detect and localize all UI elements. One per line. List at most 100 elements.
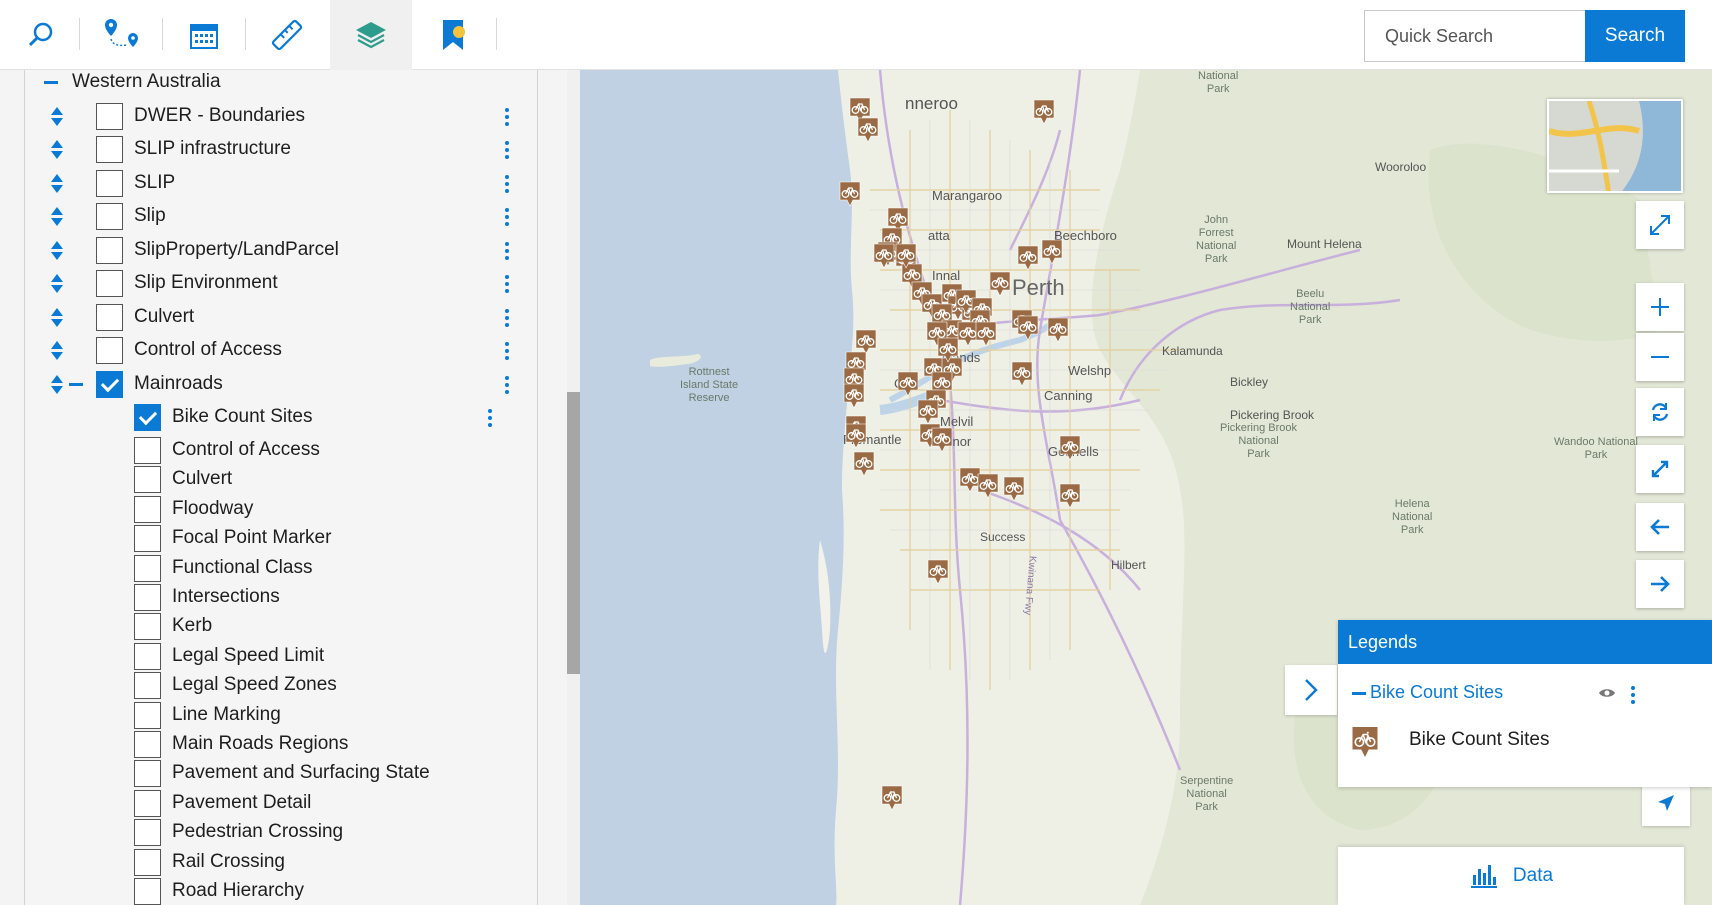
bookmark-tool-button[interactable] xyxy=(413,0,495,70)
collapse-legend-icon[interactable] xyxy=(1352,692,1366,695)
previous-extent-button[interactable] xyxy=(1636,503,1684,551)
bike-count-marker[interactable] xyxy=(974,320,998,348)
search-tool-button[interactable] xyxy=(0,0,82,70)
sublayer-checkbox[interactable] xyxy=(134,702,161,729)
reorder-icon[interactable] xyxy=(50,139,64,161)
full-extent-button[interactable] xyxy=(1636,445,1684,493)
reorder-icon[interactable] xyxy=(50,374,64,396)
bike-count-marker[interactable] xyxy=(844,422,868,450)
layer-menu-icon[interactable] xyxy=(504,175,510,193)
quick-search-input[interactable] xyxy=(1364,10,1586,62)
refresh-button[interactable] xyxy=(1636,388,1684,436)
bike-count-marker[interactable] xyxy=(1032,98,1056,126)
bike-count-marker[interactable] xyxy=(838,180,862,208)
layers-tool-button[interactable] xyxy=(330,0,412,70)
sublayer-menu-icon[interactable] xyxy=(487,409,493,427)
eye-icon[interactable] xyxy=(1598,686,1616,700)
reorder-icon[interactable] xyxy=(50,273,64,295)
legend-layer-name[interactable]: Bike Count Sites xyxy=(1370,682,1503,703)
bike-count-marker[interactable] xyxy=(988,270,1012,298)
bike-count-marker[interactable] xyxy=(896,370,920,398)
layer-checkbox[interactable] xyxy=(96,170,123,197)
reorder-icon[interactable] xyxy=(50,173,64,195)
layer-menu-icon[interactable] xyxy=(504,141,510,159)
layer-checkbox[interactable] xyxy=(96,136,123,163)
reorder-icon[interactable] xyxy=(50,340,64,362)
sublayer-checkbox[interactable] xyxy=(134,819,161,846)
measure-tool-button[interactable] xyxy=(246,0,328,70)
bike-count-marker[interactable] xyxy=(1002,475,1026,503)
map-place-label: Marangaroo xyxy=(932,188,1003,203)
bike-count-marker[interactable] xyxy=(1010,360,1034,388)
layer-menu-icon[interactable] xyxy=(504,108,510,126)
sublayer-checkbox[interactable] xyxy=(134,731,161,758)
bike-count-marker[interactable] xyxy=(880,784,904,812)
bike-count-marker[interactable] xyxy=(842,382,866,410)
data-button[interactable]: Data xyxy=(1338,847,1684,905)
bike-count-marker[interactable] xyxy=(1016,244,1040,272)
calendar-tool-button[interactable] xyxy=(163,0,245,70)
sublayer-checkbox[interactable] xyxy=(134,760,161,787)
layer-checkbox[interactable] xyxy=(96,203,123,230)
sublayer-label: Kerb xyxy=(172,615,213,636)
layer-menu-icon[interactable] xyxy=(504,376,510,394)
fullscreen-button[interactable] xyxy=(1636,201,1684,249)
next-extent-button[interactable] xyxy=(1636,560,1684,608)
scrollbar-thumb[interactable] xyxy=(567,392,580,674)
sublayer-checkbox[interactable] xyxy=(134,878,161,905)
reorder-icon[interactable] xyxy=(50,106,64,128)
collapse-group-icon[interactable] xyxy=(44,81,58,84)
legend-entry-label: Bike Count Sites xyxy=(1409,729,1550,750)
bike-count-marker[interactable] xyxy=(1046,316,1070,344)
bike-count-marker[interactable] xyxy=(976,472,1000,500)
layer-menu-icon[interactable] xyxy=(504,242,510,260)
minimap[interactable] xyxy=(1547,99,1683,193)
route-tool-button[interactable] xyxy=(80,0,162,70)
search-button[interactable]: Search xyxy=(1585,10,1685,62)
layer-checkbox[interactable] xyxy=(96,337,123,364)
reorder-icon[interactable] xyxy=(50,206,64,228)
zoom-out-button[interactable] xyxy=(1636,333,1684,381)
legend-toggle-button[interactable] xyxy=(1285,665,1337,715)
sublayer-checkbox[interactable] xyxy=(134,437,161,464)
layer-menu-icon[interactable] xyxy=(504,342,510,360)
bike-count-marker[interactable] xyxy=(856,116,880,144)
sublayer-checkbox[interactable] xyxy=(134,672,161,699)
layer-checkbox[interactable] xyxy=(96,237,123,264)
sublayer-checkbox[interactable] xyxy=(134,849,161,876)
bike-count-marker[interactable] xyxy=(926,558,950,586)
sublayer-checkbox[interactable] xyxy=(134,643,161,670)
sublayer-checkbox[interactable] xyxy=(134,496,161,523)
layers-icon xyxy=(356,22,386,49)
sublayer-checkbox[interactable] xyxy=(134,613,161,640)
layer-checkbox-checked[interactable] xyxy=(96,371,123,398)
sublayer-label: Pedestrian Crossing xyxy=(172,821,344,842)
layer-checkbox[interactable] xyxy=(96,103,123,130)
sublayer-checkbox[interactable] xyxy=(134,790,161,817)
sublayer-checkbox[interactable] xyxy=(134,525,161,552)
collapse-layer-icon[interactable] xyxy=(69,383,83,386)
bike-count-marker[interactable] xyxy=(1058,434,1082,462)
bike-count-marker[interactable] xyxy=(936,336,960,364)
layer-menu-icon[interactable] xyxy=(504,309,510,327)
bike-count-marker[interactable] xyxy=(1040,238,1064,266)
layer-menu-icon[interactable] xyxy=(504,208,510,226)
bike-count-marker[interactable] xyxy=(894,242,918,270)
reorder-icon[interactable] xyxy=(50,307,64,329)
bike-count-marker[interactable] xyxy=(872,242,896,270)
reorder-icon[interactable] xyxy=(50,240,64,262)
bike-count-marker[interactable] xyxy=(1058,482,1082,510)
bike-count-marker[interactable] xyxy=(852,450,876,478)
sublayer-checkbox[interactable] xyxy=(134,555,161,582)
zoom-in-button[interactable] xyxy=(1636,283,1684,331)
bike-count-marker[interactable] xyxy=(930,426,954,454)
layer-label: Control of Access xyxy=(134,339,282,360)
sublayer-checkbox-checked[interactable] xyxy=(134,404,161,431)
layer-checkbox[interactable] xyxy=(96,270,123,297)
sublayer-checkbox[interactable] xyxy=(134,584,161,611)
legend-layer-menu-icon[interactable] xyxy=(1630,686,1636,704)
layer-checkbox[interactable] xyxy=(96,304,123,331)
layer-menu-icon[interactable] xyxy=(504,275,510,293)
sublayer-checkbox[interactable] xyxy=(134,466,161,493)
bike-count-marker[interactable] xyxy=(1016,314,1040,342)
